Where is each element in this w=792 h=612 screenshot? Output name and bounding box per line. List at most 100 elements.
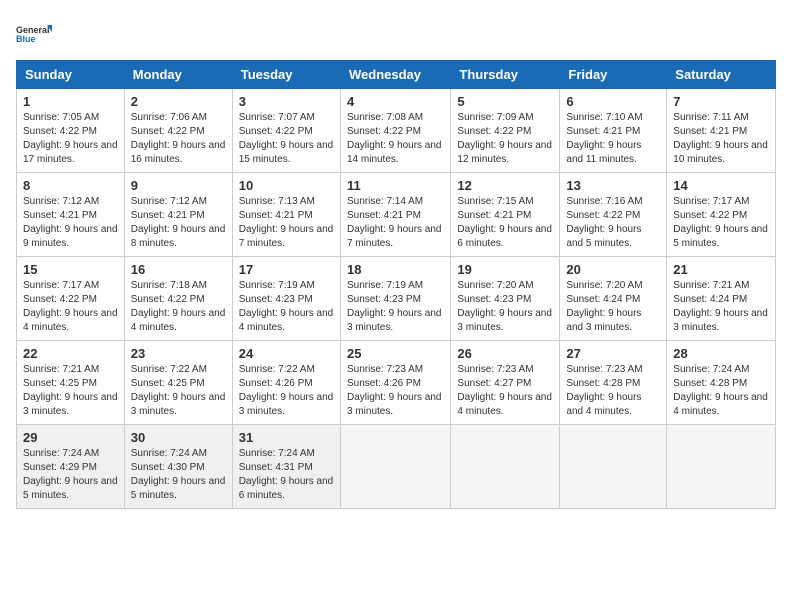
day-info: Sunrise: 7:23 AMSunset: 4:27 PMDaylight:…	[457, 363, 553, 419]
svg-text:Blue: Blue	[16, 34, 36, 44]
col-header-monday: Monday	[124, 61, 232, 89]
calendar-cell: 8 Sunrise: 7:12 AMSunset: 4:21 PMDaylight…	[17, 173, 125, 257]
day-number: 23	[131, 346, 226, 361]
day-number: 12	[457, 178, 553, 193]
calendar-cell: 5 Sunrise: 7:09 AMSunset: 4:22 PMDaylight…	[451, 89, 560, 173]
calendar-cell: 2Sunrise: 7:06 AMSunset: 4:22 PMDaylight…	[124, 89, 232, 173]
day-info: Sunrise: 7:14 AMSunset: 4:21 PMDaylight:…	[347, 195, 444, 251]
calendar-cell: 16 Sunrise: 7:18 AMSunset: 4:22 PMDayligh…	[124, 257, 232, 341]
day-number: 14	[673, 178, 769, 193]
day-info: Sunrise: 7:17 AMSunset: 4:22 PMDaylight:…	[673, 195, 769, 251]
calendar-cell: 9Sunrise: 7:12 AMSunset: 4:21 PMDaylight…	[124, 173, 232, 257]
day-info: Sunrise: 7:23 AMSunset: 4:28 PMDaylight:…	[566, 363, 660, 419]
day-number: 30	[131, 430, 226, 445]
day-number: 15	[23, 262, 118, 277]
day-info: Sunrise: 7:19 AMSunset: 4:23 PMDaylight:…	[347, 279, 444, 335]
calendar-header-row: SundayMondayTuesdayWednesdayThursdayFrid…	[17, 61, 776, 89]
calendar-cell: 14 Sunrise: 7:17 AMSunset: 4:22 PMDayligh…	[667, 173, 776, 257]
day-info: Sunrise: 7:19 AMSunset: 4:23 PMDaylight:…	[239, 279, 334, 335]
calendar: SundayMondayTuesdayWednesdayThursdayFrid…	[16, 60, 776, 509]
calendar-cell: 13 Sunrise: 7:16 AMSunset: 4:22 PMDayligh…	[560, 173, 667, 257]
day-info: Sunrise: 7:21 AMSunset: 4:25 PMDaylight:…	[23, 363, 118, 419]
calendar-cell: 29 Sunrise: 7:24 AMSunset: 4:29 PMDayligh…	[17, 425, 125, 509]
day-number: 25	[347, 346, 444, 361]
calendar-cell: 12 Sunrise: 7:15 AMSunset: 4:21 PMDayligh…	[451, 173, 560, 257]
col-header-sunday: Sunday	[17, 61, 125, 89]
day-number: 3	[239, 94, 334, 109]
day-info: Sunrise: 7:10 AMSunset: 4:21 PMDaylight:…	[566, 111, 660, 167]
day-number: 24	[239, 346, 334, 361]
day-number: 4	[347, 94, 444, 109]
calendar-cell: 19 Sunrise: 7:20 AMSunset: 4:23 PMDayligh…	[451, 257, 560, 341]
day-info: Sunrise: 7:18 AMSunset: 4:22 PMDaylight:…	[131, 279, 226, 335]
day-info: Sunrise: 7:12 AMSunset: 4:21 PMDaylight:…	[23, 195, 118, 251]
calendar-cell: 1 Sunrise: 7:05 AMSunset: 4:22 PMDaylight…	[17, 89, 125, 173]
calendar-cell: 7Sunrise: 7:11 AMSunset: 4:21 PMDaylight…	[667, 89, 776, 173]
day-number: 17	[239, 262, 334, 277]
day-number: 20	[566, 262, 660, 277]
day-number: 8	[23, 178, 118, 193]
day-info: Sunrise: 7:24 AMSunset: 4:31 PMDaylight:…	[239, 447, 334, 503]
col-header-tuesday: Tuesday	[232, 61, 340, 89]
calendar-cell	[451, 425, 560, 509]
calendar-cell: 4 Sunrise: 7:08 AMSunset: 4:22 PMDaylight…	[340, 89, 450, 173]
col-header-thursday: Thursday	[451, 61, 560, 89]
calendar-cell: 6Sunrise: 7:10 AMSunset: 4:21 PMDaylight…	[560, 89, 667, 173]
day-info: Sunrise: 7:16 AMSunset: 4:22 PMDaylight:…	[566, 195, 660, 251]
calendar-cell: 28Sunrise: 7:24 AMSunset: 4:28 PMDayligh…	[667, 341, 776, 425]
day-number: 5	[457, 94, 553, 109]
day-info: Sunrise: 7:08 AMSunset: 4:22 PMDaylight:…	[347, 111, 444, 167]
day-number: 31	[239, 430, 334, 445]
day-info: Sunrise: 7:24 AMSunset: 4:30 PMDaylight:…	[131, 447, 226, 503]
day-info: Sunrise: 7:17 AMSunset: 4:22 PMDaylight:…	[23, 279, 118, 335]
day-info: Sunrise: 7:20 AMSunset: 4:23 PMDaylight:…	[457, 279, 553, 335]
calendar-cell: 22 Sunrise: 7:21 AMSunset: 4:25 PMDayligh…	[17, 341, 125, 425]
day-info: Sunrise: 7:07 AMSunset: 4:22 PMDaylight:…	[239, 111, 334, 167]
calendar-cell	[667, 425, 776, 509]
calendar-cell: 17 Sunrise: 7:19 AMSunset: 4:23 PMDayligh…	[232, 257, 340, 341]
day-number: 26	[457, 346, 553, 361]
calendar-cell: 10Sunrise: 7:13 AMSunset: 4:21 PMDayligh…	[232, 173, 340, 257]
calendar-week-2: 8 Sunrise: 7:12 AMSunset: 4:21 PMDaylight…	[17, 173, 776, 257]
calendar-cell: 21 Sunrise: 7:21 AMSunset: 4:24 PMDayligh…	[667, 257, 776, 341]
day-info: Sunrise: 7:05 AMSunset: 4:22 PMDaylight:…	[23, 111, 118, 167]
day-info: Sunrise: 7:24 AMSunset: 4:29 PMDaylight:…	[23, 447, 118, 503]
day-info: Sunrise: 7:13 AMSunset: 4:21 PMDaylight:…	[239, 195, 334, 251]
col-header-saturday: Saturday	[667, 61, 776, 89]
calendar-cell: 18 Sunrise: 7:19 AMSunset: 4:23 PMDayligh…	[340, 257, 450, 341]
day-number: 16	[131, 262, 226, 277]
day-info: Sunrise: 7:15 AMSunset: 4:21 PMDaylight:…	[457, 195, 553, 251]
day-number: 11	[347, 178, 444, 193]
day-info: Sunrise: 7:11 AMSunset: 4:21 PMDaylight:…	[673, 111, 769, 167]
calendar-cell: 15 Sunrise: 7:17 AMSunset: 4:22 PMDayligh…	[17, 257, 125, 341]
calendar-week-4: 22 Sunrise: 7:21 AMSunset: 4:25 PMDayligh…	[17, 341, 776, 425]
day-info: Sunrise: 7:09 AMSunset: 4:22 PMDaylight:…	[457, 111, 553, 167]
day-number: 27	[566, 346, 660, 361]
calendar-week-5: 29 Sunrise: 7:24 AMSunset: 4:29 PMDayligh…	[17, 425, 776, 509]
logo-icon: General Blue	[16, 16, 52, 52]
day-info: Sunrise: 7:20 AMSunset: 4:24 PMDaylight:…	[566, 279, 660, 335]
day-number: 21	[673, 262, 769, 277]
day-number: 19	[457, 262, 553, 277]
calendar-cell: 20 Sunrise: 7:20 AMSunset: 4:24 PMDayligh…	[560, 257, 667, 341]
calendar-cell: 25Sunrise: 7:23 AMSunset: 4:26 PMDayligh…	[340, 341, 450, 425]
calendar-week-1: 1 Sunrise: 7:05 AMSunset: 4:22 PMDaylight…	[17, 89, 776, 173]
calendar-cell: 26 Sunrise: 7:23 AMSunset: 4:27 PMDayligh…	[451, 341, 560, 425]
calendar-cell	[340, 425, 450, 509]
day-number: 18	[347, 262, 444, 277]
day-info: Sunrise: 7:21 AMSunset: 4:24 PMDaylight:…	[673, 279, 769, 335]
day-number: 22	[23, 346, 118, 361]
col-header-wednesday: Wednesday	[340, 61, 450, 89]
calendar-cell	[560, 425, 667, 509]
day-number: 29	[23, 430, 118, 445]
day-info: Sunrise: 7:22 AMSunset: 4:26 PMDaylight:…	[239, 363, 334, 419]
day-info: Sunrise: 7:06 AMSunset: 4:22 PMDaylight:…	[131, 111, 226, 167]
day-info: Sunrise: 7:24 AMSunset: 4:28 PMDaylight:…	[673, 363, 769, 419]
header: General Blue	[16, 16, 776, 52]
calendar-cell: 30 Sunrise: 7:24 AMSunset: 4:30 PMDayligh…	[124, 425, 232, 509]
day-number: 13	[566, 178, 660, 193]
logo: General Blue	[16, 16, 52, 52]
calendar-cell: 27 Sunrise: 7:23 AMSunset: 4:28 PMDayligh…	[560, 341, 667, 425]
day-number: 1	[23, 94, 118, 109]
calendar-cell: 11 Sunrise: 7:14 AMSunset: 4:21 PMDayligh…	[340, 173, 450, 257]
